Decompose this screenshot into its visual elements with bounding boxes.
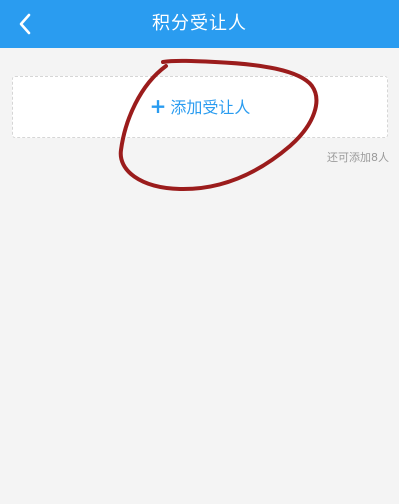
top-nav-bar: 积分受让人: [0, 0, 399, 48]
page-title: 积分受让人: [152, 13, 247, 34]
add-transferee-content: + 添加受让人: [150, 94, 251, 118]
remaining-count-hint: 还可添加8人: [327, 151, 389, 164]
add-transferee-button[interactable]: + 添加受让人: [12, 76, 388, 138]
plus-icon: +: [149, 94, 167, 118]
add-transferee-label: 添加受让人: [170, 98, 251, 117]
